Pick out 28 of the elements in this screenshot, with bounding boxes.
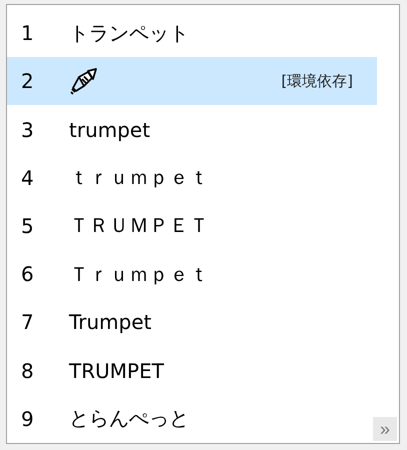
candidate-item[interactable]: 7 Trumpet bbox=[7, 298, 377, 347]
candidate-text: トランペット bbox=[69, 20, 189, 47]
candidate-item[interactable]: 4 ｔｒｕｍｐｅｔ bbox=[7, 154, 377, 202]
candidate-number: 5 bbox=[21, 214, 35, 238]
candidate-text: trumpet bbox=[69, 118, 150, 142]
candidate-annotation: [環境依存] bbox=[281, 72, 353, 91]
candidate-item[interactable]: 5 ＴＲＵＭＰＥＴ bbox=[7, 202, 377, 250]
candidate-item[interactable]: 8 TRUMPET bbox=[7, 346, 377, 395]
candidate-number: 2 bbox=[21, 69, 35, 94]
candidate-number: 3 bbox=[21, 118, 35, 142]
candidate-number: 6 bbox=[21, 262, 35, 286]
candidate-number: 4 bbox=[21, 166, 35, 190]
candidate-number: 7 bbox=[21, 310, 35, 334]
candidate-text: ｔｒｕｍｐｅｔ bbox=[69, 164, 209, 192]
candidate-number: 9 bbox=[21, 406, 35, 431]
candidate-text: ＴＲＵＭＰＥＴ bbox=[69, 212, 209, 240]
candidate-number: 8 bbox=[21, 358, 35, 383]
candidate-number: 1 bbox=[21, 21, 35, 46]
trumpet-icon bbox=[69, 67, 99, 96]
expand-button[interactable]: » bbox=[373, 417, 397, 441]
candidate-item[interactable]: 3 trumpet bbox=[7, 105, 377, 154]
candidate-text: とらんぺっと bbox=[69, 405, 189, 432]
candidate-item[interactable]: 6 Ｔｒｕｍｐｅｔ bbox=[7, 250, 377, 298]
candidate-text: TRUMPET bbox=[69, 358, 164, 383]
candidate-item[interactable]: 1 トランペット bbox=[7, 9, 377, 58]
candidate-item[interactable]: 2 [環境依存] bbox=[7, 57, 377, 106]
candidate-text: Trumpet bbox=[69, 310, 152, 334]
candidate-text: Ｔｒｕｍｐｅｔ bbox=[69, 260, 209, 288]
